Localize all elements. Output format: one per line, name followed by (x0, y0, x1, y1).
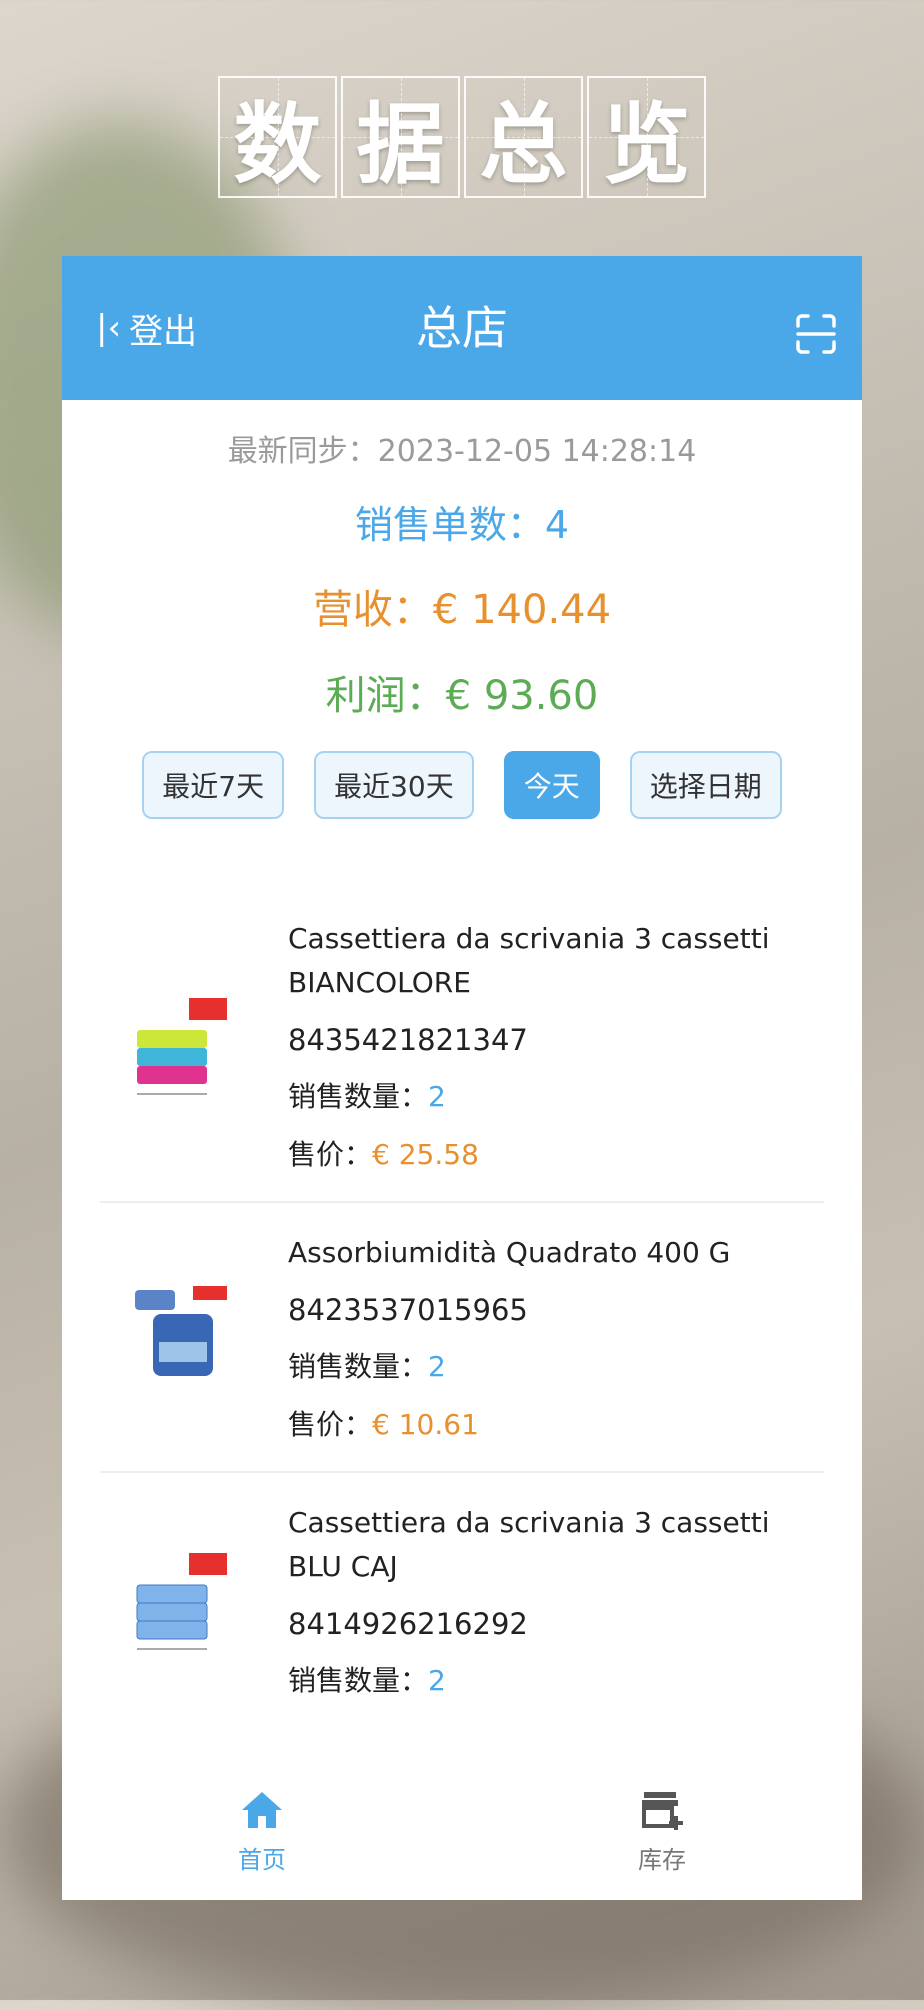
product-barcode: 8423537015965 (288, 1293, 528, 1327)
price-value: € 10.61 (372, 1408, 479, 1441)
qty-value: 2 (428, 1664, 446, 1697)
hero-char: 据 (341, 76, 460, 198)
sync-time: 最新同步：2023-12-05 14:28:14 (227, 434, 697, 469)
date-filters: 最近7天 最近30天 今天 选择日期 (62, 751, 862, 819)
filter-today[interactable]: 今天 (503, 751, 600, 819)
profit: 利润：€ 93.60 (325, 673, 599, 719)
store-title: 总店 (416, 301, 508, 355)
hero-char: 览 (587, 76, 706, 198)
tab-home[interactable]: 首页 (62, 1760, 462, 1900)
price-value: € 25.58 (372, 1138, 479, 1171)
filter-choose-date[interactable]: 选择日期 (629, 751, 782, 819)
qty-label: 销售数量： (288, 1080, 429, 1113)
bottom-tab-bar: 首页 库存 (62, 1760, 862, 1900)
main-card: |‹ 登出 总店 最新同步：2023-12-05 14:28:14 销售单数：4… (62, 256, 862, 1900)
sales-quantity: 销售数量：2 (288, 1345, 824, 1385)
product-name: Cassettiera da scrivania 3 cassetti BLU … (288, 1506, 770, 1583)
price-label: 售价： (288, 1138, 373, 1171)
filter-last-30-days[interactable]: 最近30天 (314, 751, 474, 819)
product-barcode: 8435421821347 (288, 1023, 528, 1057)
product-image (100, 1231, 264, 1443)
product-image (100, 917, 264, 1173)
page-hero-title: 数 据 总 览 (218, 76, 706, 198)
revenue: 营收：€ 140.44 (312, 587, 612, 633)
tab-home-label: 首页 (238, 1845, 286, 1874)
qty-label: 销售数量： (288, 1664, 429, 1697)
product-barcode: 8414926216292 (288, 1607, 528, 1641)
tab-inventory-label: 库存 (638, 1845, 686, 1874)
list-item[interactable]: Assorbiumidità Quadrato 400 G 8423537015… (100, 1203, 824, 1473)
qty-label: 销售数量： (288, 1350, 429, 1383)
scan-icon[interactable] (794, 312, 838, 356)
filter-last-7-days[interactable]: 最近7天 (142, 751, 285, 819)
qty-value: 2 (428, 1080, 446, 1113)
home-icon (242, 1791, 282, 1828)
tab-inventory[interactable]: 库存 (462, 1760, 862, 1900)
sales-quantity: 销售数量：2 (288, 1659, 824, 1699)
header-bar: |‹ 登出 总店 (62, 256, 862, 400)
order-count: 销售单数：4 (354, 503, 570, 547)
list-item[interactable]: Cassettiera da scrivania 3 cassetti BLU … (100, 1473, 824, 1727)
product-name: Cassettiera da scrivania 3 cassetti BIAN… (288, 922, 770, 999)
price-label: 售价： (288, 1408, 373, 1441)
hero-char: 总 (464, 76, 583, 198)
sale-price: 售价：€ 10.61 (288, 1403, 824, 1443)
stats-panel: 最新同步：2023-12-05 14:28:14 销售单数：4 营收：€ 140… (62, 426, 862, 721)
product-image (100, 1501, 264, 1699)
hero-char: 数 (218, 76, 337, 198)
sales-quantity: 销售数量：2 (288, 1075, 824, 1115)
list-item[interactable]: Cassettiera da scrivania 3 cassetti BIAN… (100, 889, 824, 1203)
product-list: Cassettiera da scrivania 3 cassetti BIAN… (62, 889, 862, 1727)
sale-price: 售价：€ 25.58 (288, 1133, 824, 1173)
product-name: Assorbiumidità Quadrato 400 G (288, 1236, 731, 1269)
store-add-icon (642, 1791, 683, 1830)
qty-value: 2 (428, 1350, 446, 1383)
